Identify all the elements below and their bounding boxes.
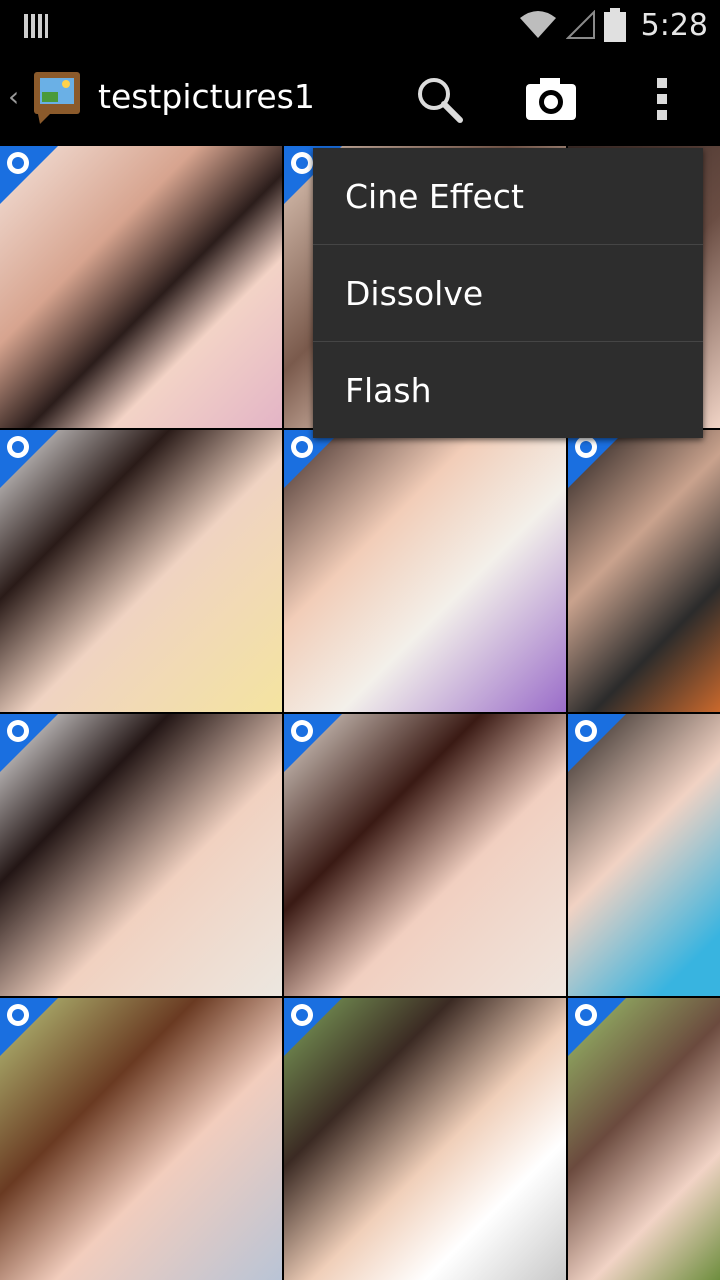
back-chevron-icon[interactable]: ‹ [8, 80, 19, 113]
photo-tile[interactable] [284, 998, 566, 1280]
action-bar: ‹ testpictures1 [0, 50, 720, 146]
photo-tile[interactable] [0, 146, 282, 428]
photo-tile[interactable] [568, 998, 720, 1280]
overflow-popup-menu: Cine Effect Dissolve Flash [313, 148, 703, 438]
wifi-icon [518, 10, 558, 44]
status-bar: 5:28 [0, 0, 720, 50]
notification-icon [24, 12, 48, 44]
menu-item-flash[interactable]: Flash [313, 342, 703, 438]
album-icon[interactable] [28, 68, 86, 126]
camera-icon[interactable] [524, 76, 578, 122]
camera-badge-icon [575, 720, 597, 742]
search-icon[interactable] [414, 74, 464, 124]
battery-icon [604, 8, 626, 46]
photo-tile[interactable] [284, 714, 566, 996]
signal-icon [565, 9, 596, 44]
camera-badge-icon [291, 1004, 313, 1026]
photo-tile[interactable] [0, 714, 282, 996]
photo-tile[interactable] [0, 430, 282, 712]
camera-badge-icon [7, 436, 29, 458]
overflow-menu-icon[interactable] [646, 76, 680, 122]
camera-badge-icon [7, 152, 29, 174]
status-time: 5:28 [640, 8, 708, 43]
photo-tile[interactable] [0, 998, 282, 1280]
camera-badge-icon [575, 1004, 597, 1026]
camera-badge-icon [7, 720, 29, 742]
photo-tile[interactable] [568, 714, 720, 996]
camera-badge-icon [7, 1004, 29, 1026]
photo-tile[interactable] [568, 430, 720, 712]
page-title: testpictures1 [98, 77, 315, 116]
menu-item-dissolve[interactable]: Dissolve [313, 245, 703, 342]
menu-item-cine-effect[interactable]: Cine Effect [313, 148, 703, 245]
photo-tile[interactable] [284, 430, 566, 712]
camera-badge-icon [291, 720, 313, 742]
